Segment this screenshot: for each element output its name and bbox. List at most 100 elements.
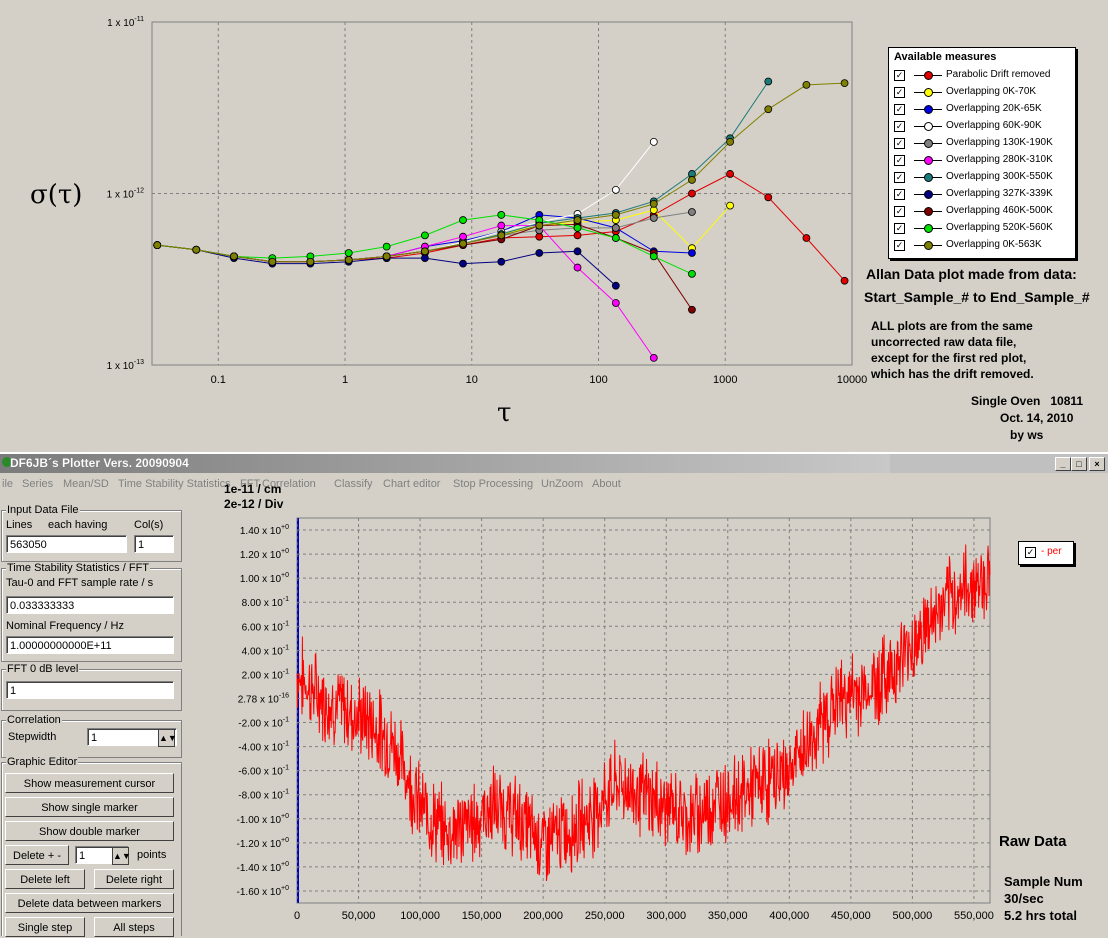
legend-checkbox[interactable]: ✓ [894, 223, 905, 234]
input-file-group: Input Data File Lines each having Col(s)… [1, 504, 182, 562]
legend-label: Overlapping 0K-70K [946, 86, 1037, 97]
minimize-icon[interactable]: _ [1055, 457, 1071, 471]
each-having-label: each having [48, 519, 108, 531]
delete-between-markers-button[interactable]: Delete data between markers [5, 893, 174, 913]
show-double-marker-button[interactable]: Show double marker [5, 821, 174, 841]
legend-checkbox[interactable]: ✓ [894, 104, 905, 115]
raw-data-chart[interactable]: 1.40 x 10+0 1.20 x 10+0 1.00 x 10+0 8.00 x … [190, 510, 1008, 935]
window-titlebar[interactable]: DF6JB´s Plotter Vers. 20090904 _ □ × [0, 454, 1108, 473]
raw-x-tick-label: 100,000 [400, 910, 440, 922]
menu-about[interactable]: About [592, 478, 621, 490]
all-steps-button[interactable]: All steps [94, 917, 174, 937]
legend-item[interactable]: ✓ Overlapping 460K-500K [894, 204, 1074, 221]
legend-item[interactable]: ✓ Overlapping 0K-70K [894, 85, 1074, 102]
stepwidth-spin-icon[interactable]: ▲▼ [158, 729, 177, 747]
raw-y-tick-label: 1.00 x 10+0 [240, 572, 289, 585]
legend-marker [924, 139, 933, 148]
delete-right-button[interactable]: Delete right [94, 869, 174, 889]
raw-y-tick-label: -2.00 x 10-1 [238, 717, 289, 730]
delete-plus-minus-button[interactable]: Delete + - [5, 845, 69, 865]
tau-label: Tau-0 and FFT sample rate / s [6, 577, 154, 589]
allan-data-point [649, 137, 658, 146]
legend-marker [924, 105, 933, 114]
raw-x-tick-label: 350,000 [708, 910, 748, 922]
legend-checkbox[interactable]: ✓ [894, 155, 905, 166]
allan-data-point [421, 231, 429, 240]
raw-y-tick-label: -1.40 x 10+0 [237, 861, 290, 874]
menu-chart-editor[interactable]: Chart editor [383, 478, 440, 490]
allan-note-heading-1: Allan Data plot made from data: [866, 266, 1077, 282]
fft-level-field[interactable]: 1 [6, 681, 174, 699]
show-measurement-cursor-button[interactable]: Show measurement cursor [5, 773, 174, 793]
menu-stop-processing[interactable]: Stop Processing [453, 478, 533, 490]
allan-data-point [573, 247, 582, 256]
legend-checkbox[interactable]: ✓ [894, 121, 905, 132]
legend-item[interactable]: ✓ Parabolic Drift removed [894, 68, 1074, 85]
menu-classify[interactable]: Classify [334, 478, 373, 490]
legend-checkbox[interactable]: ✓ [894, 138, 905, 149]
delete-points-spin-icon[interactable]: ▲▼ [112, 847, 131, 865]
legend-checkbox[interactable]: ✓ [894, 172, 905, 183]
allan-data-point [573, 231, 582, 240]
allan-data-point [688, 208, 696, 216]
show-single-marker-button[interactable]: Show single marker [5, 797, 174, 817]
legend-item[interactable]: ✓ Overlapping 520K-560K [894, 221, 1074, 238]
legend-marker [924, 88, 933, 97]
allan-x-tick-label: 10 [466, 374, 478, 386]
lines-field[interactable]: 563050 [6, 535, 127, 553]
legend-item[interactable]: ✓ Overlapping 327K-339K [894, 187, 1074, 204]
legend-checkbox[interactable]: ✓ [894, 70, 905, 81]
legend-item[interactable]: ✓ Overlapping 0K-563K [894, 238, 1074, 255]
graphic-editor-group-title: Graphic Editor [6, 756, 79, 768]
allan-data-point [688, 176, 696, 184]
allan-data-point [344, 256, 353, 264]
nominal-frequency-field[interactable]: 1.00000000000E+11 [6, 636, 174, 654]
raw-x-tick-label: 150,000 [462, 910, 502, 922]
allan-data-point [306, 257, 315, 266]
allan-x-tick-label: 1000 [713, 374, 737, 386]
allan-data-point [611, 185, 620, 194]
cols-field[interactable]: 1 [134, 535, 174, 553]
raw-y-tick-label: 8.00 x 10-1 [242, 596, 289, 609]
legend-checkbox[interactable]: ✓ [1025, 547, 1036, 558]
menu-unzoom[interactable]: UnZoom [541, 478, 583, 490]
legend-checkbox[interactable]: ✓ [894, 189, 905, 200]
allan-x-tick-label: 100 [589, 374, 607, 386]
allan-data-point [497, 231, 506, 240]
legend-checkbox[interactable]: ✓ [894, 87, 905, 98]
allan-x-axis-label: τ [497, 398, 512, 428]
correlation-group: Correlation Stepwidth 1 ▲▼ [1, 714, 182, 758]
legend-checkbox[interactable]: ✓ [894, 206, 905, 217]
allan-x-tick-label: 10000 [837, 374, 868, 386]
allan-data-point [802, 234, 811, 242]
time-stability-group-title: Time Stability Statistics / FFT [6, 562, 151, 574]
allan-data-point [382, 252, 391, 261]
tau-field[interactable]: 0.033333333 [6, 596, 174, 614]
raw-y-tick-label: 2.00 x 10-1 [242, 668, 289, 681]
allan-data-point [459, 239, 467, 248]
menubar: ile Series Mean/SD Time Stability Statis… [0, 474, 1108, 494]
allan-data-point [497, 221, 506, 230]
maximize-icon[interactable]: □ [1071, 457, 1087, 471]
legend-item[interactable]: ✓ Overlapping 280K-310K [894, 153, 1074, 170]
delete-left-button[interactable]: Delete left [5, 869, 85, 889]
menu-series[interactable]: Series [22, 478, 53, 490]
legend-item[interactable]: ✓ Overlapping 20K-65K [894, 102, 1074, 119]
legend-item[interactable]: ✓ Overlapping 60K-90K [894, 119, 1074, 136]
legend-marker [924, 173, 933, 182]
legend-item[interactable]: ✓ Overlapping 300K-550K [894, 170, 1074, 187]
legend-marker [924, 207, 933, 216]
close-icon[interactable]: × [1089, 457, 1105, 471]
allan-note-line: which has the drift removed. [871, 367, 1034, 381]
allan-data-point [649, 252, 658, 261]
legend-checkbox[interactable]: ✓ [894, 240, 905, 251]
menu-file[interactable]: ile [2, 478, 13, 490]
menu-time-stability[interactable]: Time Stability Statistics [118, 478, 231, 490]
single-step-button[interactable]: Single step [5, 917, 85, 937]
allan-legend-title: Available measures [894, 51, 997, 63]
menu-mean-sd[interactable]: Mean/SD [63, 478, 109, 490]
raw-x-tick-label: 300,000 [646, 910, 686, 922]
legend-item[interactable]: ✓ Overlapping 130K-190K [894, 136, 1074, 153]
raw-y-tick-label: 6.00 x 10-1 [242, 620, 289, 633]
raw-y-tick-label: -1.60 x 10+0 [237, 885, 290, 898]
